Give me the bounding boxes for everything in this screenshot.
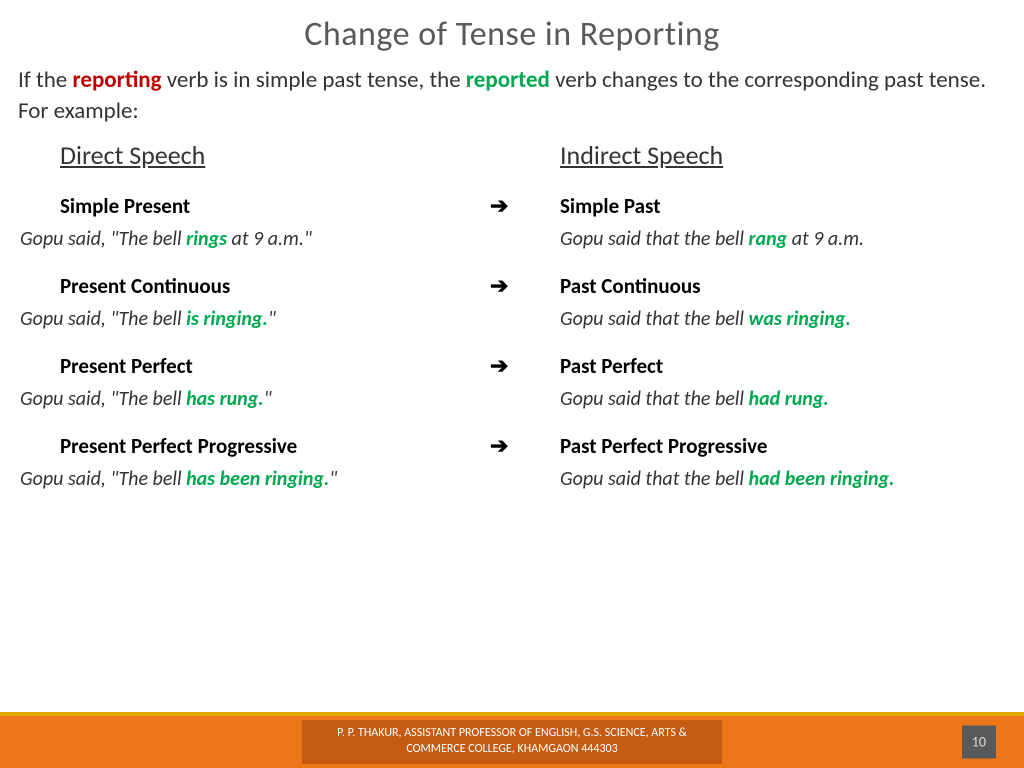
page-number: 10 [962, 726, 996, 759]
tense-right-0: Simple Past [560, 187, 1004, 223]
arrow-icon: ➔ [490, 267, 560, 303]
ex-verb: had been ringing. [749, 467, 895, 491]
footer-line2: COMMERCE COLLEGE, KHAMGAON 444303 [406, 742, 617, 756]
footer-main: P. P. THAKUR, ASSISTANT PROFESSOR OF ENG… [0, 716, 1024, 768]
slide: Change of Tense in Reporting If the repo… [0, 0, 1024, 768]
arrow-icon: ➔ [490, 187, 560, 223]
example-right-2: Gopu said that the bell had rung. [560, 383, 1004, 427]
ex-text: Gopu said that the bell [560, 307, 749, 331]
header-indirect-speech: Indirect Speech [560, 139, 1004, 171]
arrow-icon: ➔ [490, 427, 560, 463]
row-spacer [490, 303, 560, 347]
tense-right-1: Past Continuous [560, 267, 1004, 303]
tense-grid: Direct Speech Indirect Speech Simple Pre… [0, 133, 1024, 507]
row-spacer [490, 383, 560, 427]
ex-verb: has rung. [186, 387, 264, 411]
ex-text: " [264, 387, 272, 411]
example-right-0: Gopu said that the bell rang at 9 a.m. [560, 223, 1004, 267]
ex-verb: was ringing. [749, 307, 851, 331]
ex-text: Gopu said, "The bell [20, 467, 186, 491]
keyword-reported: reported [466, 66, 550, 94]
example-left-3: Gopu said, "The bell has been ringing." [20, 463, 490, 507]
row-spacer [490, 463, 560, 507]
tense-right-2: Past Perfect [560, 347, 1004, 383]
footer: P. P. THAKUR, ASSISTANT PROFESSOR OF ENG… [0, 712, 1024, 768]
example-right-3: Gopu said that the bell had been ringing… [560, 463, 1004, 507]
example-left-0: Gopu said, "The bell rings at 9 a.m." [20, 223, 490, 267]
header-spacer [490, 139, 560, 187]
keyword-reporting: reporting [72, 66, 161, 94]
ex-verb: had rung. [749, 387, 829, 411]
example-right-1: Gopu said that the bell was ringing. [560, 303, 1004, 347]
example-left-1: Gopu said, "The bell is ringing." [20, 303, 490, 347]
intro-text-mid: verb is in simple past tense, the [162, 66, 466, 94]
ex-verb: rang [749, 227, 788, 251]
ex-verb: has been ringing. [186, 467, 329, 491]
slide-title: Change of Tense in Reporting [0, 0, 1024, 55]
ex-text: " [329, 467, 337, 491]
row-spacer [490, 223, 560, 267]
tense-left-3: Present Perfect Progressive [60, 427, 490, 463]
ex-text: Gopu said, "The bell [20, 307, 186, 331]
ex-text: Gopu said that the bell [560, 227, 749, 251]
ex-verb: rings [186, 227, 227, 251]
intro-text-pre: If the [18, 66, 72, 94]
tense-left-2: Present Perfect [60, 347, 490, 383]
ex-text: at 9 a.m." [227, 227, 312, 251]
tense-left-1: Present Continuous [60, 267, 490, 303]
ex-text: Gopu said, "The bell [20, 227, 186, 251]
ex-text: Gopu said that the bell [560, 387, 749, 411]
ex-text: Gopu said, "The bell [20, 387, 186, 411]
ex-text: " [268, 307, 276, 331]
header-direct-speech: Direct Speech [60, 139, 490, 171]
ex-text: at 9 a.m. [787, 227, 864, 251]
arrow-icon: ➔ [490, 347, 560, 383]
intro-paragraph: If the reporting verb is in simple past … [0, 55, 1024, 133]
footer-line1: P. P. THAKUR, ASSISTANT PROFESSOR OF ENG… [337, 726, 687, 740]
ex-verb: is ringing. [186, 307, 268, 331]
ex-text: Gopu said that the bell [560, 467, 749, 491]
tense-right-3: Past Perfect Progressive [560, 427, 1004, 463]
example-left-2: Gopu said, "The bell has rung." [20, 383, 490, 427]
tense-left-0: Simple Present [60, 187, 490, 223]
footer-credit: P. P. THAKUR, ASSISTANT PROFESSOR OF ENG… [302, 720, 722, 763]
